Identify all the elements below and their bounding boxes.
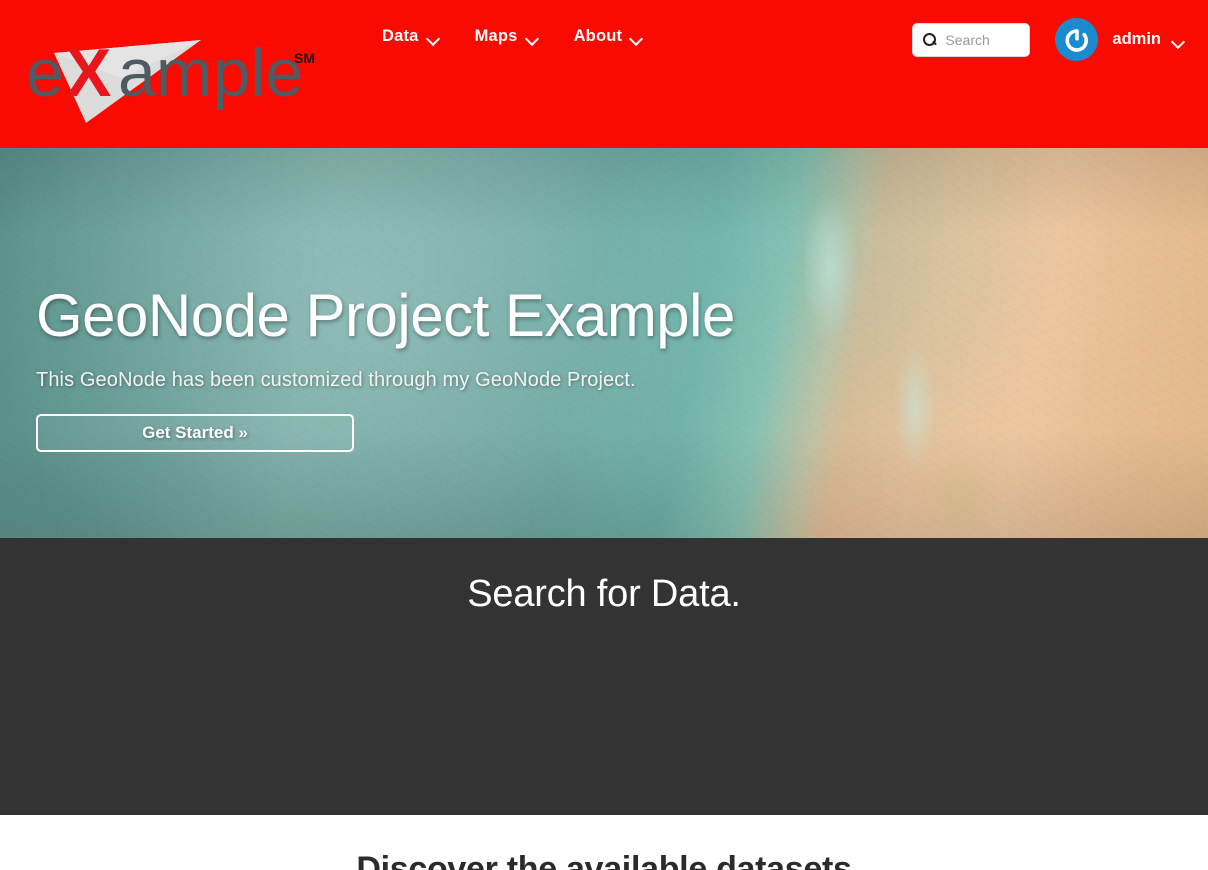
search-icon (923, 32, 937, 47)
hero-title: GeoNode Project Example (36, 282, 735, 349)
svg-text:e: e (26, 35, 64, 111)
header-search-box[interactable] (912, 22, 1031, 57)
discover-datasets-section: Discover the available datasets (0, 815, 1208, 870)
search-for-data-section: Search for Data. Advanced Search (0, 538, 1208, 815)
get-started-button[interactable]: Get Started » (36, 414, 354, 452)
user-menu-label[interactable]: admin (1112, 30, 1161, 49)
nav-item-data-label: Data (382, 27, 419, 45)
hero-subtitle: This GeoNode has been customized through… (36, 369, 636, 391)
svg-text:X: X (66, 35, 111, 111)
hero-content: GeoNode Project Example This GeoNode has… (36, 148, 936, 452)
nav-item-about[interactable]: About (574, 22, 643, 50)
nav-item-about-label: About (573, 27, 623, 45)
datasets-section-heading: Discover the available datasets (356, 850, 852, 870)
geonode-power-icon (1063, 26, 1090, 53)
header-search-input[interactable] (945, 31, 1026, 48)
main-navigation: Data Maps About (382, 22, 642, 50)
chevron-down-icon[interactable] (1173, 37, 1184, 44)
chevron-down-icon (428, 34, 439, 41)
chevron-down-icon (527, 34, 538, 41)
svg-text:SM: SM (294, 50, 315, 66)
user-avatar[interactable] (1055, 18, 1099, 61)
nav-item-maps-label: Maps (474, 27, 518, 45)
site-logo[interactable]: e X ample SM (26, 18, 316, 123)
site-header: e X ample SM Data Maps About Search admi… (0, 0, 1208, 148)
chevron-down-icon (631, 34, 642, 41)
hero-banner: GeoNode Project Example This GeoNode has… (0, 148, 1208, 538)
header-right-group: admin (912, 18, 1184, 61)
nav-item-maps[interactable]: Maps (475, 22, 538, 50)
nav-item-data[interactable]: Data (382, 22, 439, 50)
svg-text:ample: ample (118, 35, 303, 111)
search-section-heading: Search for Data. (467, 573, 741, 615)
